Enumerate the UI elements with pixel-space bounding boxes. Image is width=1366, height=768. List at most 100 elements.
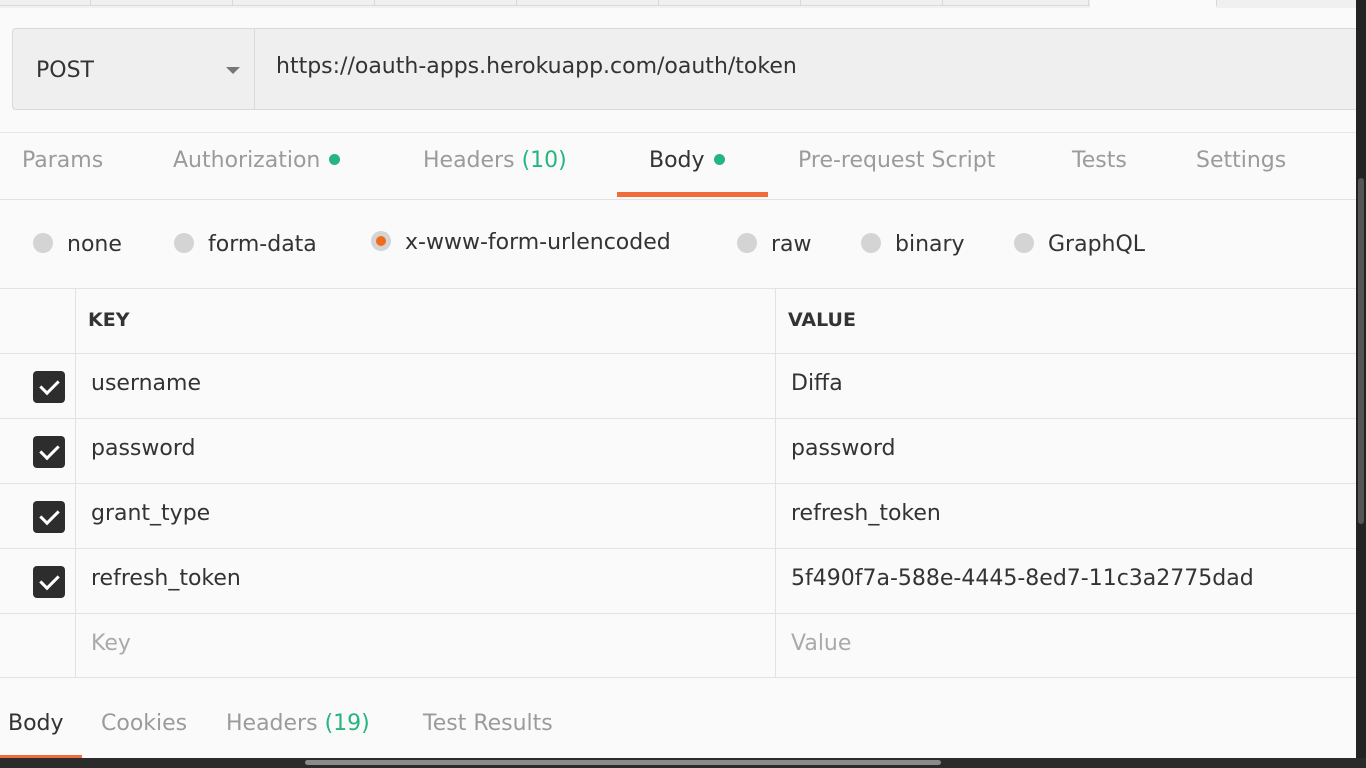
tab-authorization[interactable]: Authorization <box>173 148 341 173</box>
tab-label: Body <box>649 148 705 173</box>
key-text: password <box>91 436 196 461</box>
check-cell <box>0 549 76 613</box>
tab-count: (19) <box>324 711 370 736</box>
header-key-cell: KEY <box>76 289 776 353</box>
new-value-input[interactable]: Value <box>776 614 1356 678</box>
params-table: KEY VALUE username Diffa password passwo… <box>0 288 1356 678</box>
tab-label: Headers <box>423 148 515 173</box>
scrollbar-thumb[interactable] <box>1358 178 1364 524</box>
tab-divider <box>1216 0 1217 6</box>
tab-divider <box>90 0 91 6</box>
value-field[interactable]: password <box>776 419 1356 483</box>
active-request-tab[interactable] <box>1090 0 1216 8</box>
tab-divider <box>1088 0 1089 6</box>
tab-headers[interactable]: Headers (10) <box>423 148 567 173</box>
value-text: Diffa <box>791 371 843 396</box>
response-tab-test-results[interactable]: Test Results <box>423 711 553 736</box>
value-text: 5f490f7a-588e-4445-8ed7-11c3a2775dad <box>791 566 1254 591</box>
tab-pre-request-script[interactable]: Pre-request Script <box>798 148 995 173</box>
url-text: https://oauth-apps.herokuapp.com/oauth/t… <box>276 54 797 79</box>
horizontal-scrollbar[interactable] <box>0 758 1366 768</box>
table-row: username Diffa <box>0 353 1356 418</box>
check-cell <box>0 484 76 548</box>
tab-divider <box>516 0 517 6</box>
key-placeholder: Key <box>91 631 131 656</box>
tab-tests[interactable]: Tests <box>1072 148 1127 173</box>
postman-request-editor: POST https://oauth-apps.herokuapp.com/oa… <box>0 0 1356 758</box>
new-key-input[interactable]: Key <box>76 614 776 678</box>
vertical-scrollbar[interactable] <box>1356 0 1366 768</box>
table-row: refresh_token 5f490f7a-588e-4445-8ed7-11… <box>0 548 1356 613</box>
value-field[interactable]: refresh_token <box>776 484 1356 548</box>
table-row: password password <box>0 418 1356 483</box>
chevron-down-icon <box>226 67 240 74</box>
radio-label: raw <box>771 232 812 257</box>
header-value-cell: VALUE <box>776 289 1356 353</box>
radio-graphql[interactable]: GraphQL <box>1014 232 1145 257</box>
radio-x-www-form-urlencoded[interactable]: x-www-form-urlencoded <box>371 230 671 255</box>
row-checkbox[interactable] <box>33 371 65 403</box>
value-text: refresh_token <box>791 501 941 526</box>
column-header-value: VALUE <box>788 309 856 331</box>
table-row: grant_type refresh_token <box>0 483 1356 548</box>
tab-body[interactable]: Body <box>649 148 725 173</box>
value-field[interactable]: 5f490f7a-588e-4445-8ed7-11c3a2775dad <box>776 549 1356 613</box>
radio-raw[interactable]: raw <box>737 232 812 257</box>
check-cell <box>0 354 76 418</box>
tab-divider <box>942 0 943 6</box>
header-check-cell <box>0 289 76 353</box>
response-tabs: Body Cookies Headers (19) Test Results <box>0 678 1356 758</box>
response-tab-body[interactable]: Body <box>8 711 64 736</box>
active-tab-indicator <box>617 192 768 197</box>
tab-label: Tests <box>1072 148 1127 173</box>
tab-divider <box>374 0 375 6</box>
radio-selected-icon <box>371 231 391 251</box>
column-header-key: KEY <box>88 309 130 331</box>
scrollbar-thumb[interactable] <box>305 760 941 765</box>
radio-label: none <box>67 232 122 257</box>
radio-none[interactable]: none <box>33 232 122 257</box>
method-label: POST <box>36 58 94 83</box>
key-field[interactable]: password <box>76 419 776 483</box>
tab-label: Pre-request Script <box>798 148 996 173</box>
radio-label: x-www-form-urlencoded <box>405 230 671 255</box>
radio-icon <box>33 233 53 253</box>
radio-binary[interactable]: binary <box>861 232 965 257</box>
tab-label: Headers <box>226 711 318 736</box>
radio-icon <box>737 233 757 253</box>
tab-settings[interactable]: Settings <box>1196 148 1286 173</box>
check-cell <box>0 419 76 483</box>
tab-label: Body <box>8 711 64 736</box>
key-field[interactable]: username <box>76 354 776 418</box>
url-input[interactable]: https://oauth-apps.herokuapp.com/oauth/t… <box>254 28 1356 110</box>
method-dropdown[interactable]: POST <box>12 28 254 110</box>
radio-icon <box>861 233 881 253</box>
row-checkbox[interactable] <box>33 501 65 533</box>
radio-form-data[interactable]: form-data <box>174 232 317 257</box>
row-checkbox[interactable] <box>33 566 65 598</box>
tab-divider <box>800 0 801 6</box>
key-field[interactable]: grant_type <box>76 484 776 548</box>
status-dot-icon <box>329 153 341 165</box>
tab-label: Authorization <box>173 148 321 173</box>
request-tabs: Params Authorization Headers (10) Body P… <box>0 132 1356 200</box>
request-tab-strip <box>0 0 1356 8</box>
key-text: refresh_token <box>91 566 241 591</box>
radio-label: GraphQL <box>1048 232 1146 257</box>
tab-label: Cookies <box>101 711 188 736</box>
tab-label: Settings <box>1196 148 1287 173</box>
response-tab-headers[interactable]: Headers (19) <box>226 711 370 736</box>
key-field[interactable]: refresh_token <box>76 549 776 613</box>
row-checkbox[interactable] <box>33 436 65 468</box>
tab-params[interactable]: Params <box>22 148 103 173</box>
body-type-selector: none form-data x-www-form-urlencoded raw… <box>0 200 1356 288</box>
response-tab-cookies[interactable]: Cookies <box>101 711 187 736</box>
tab-strip-border <box>0 5 1090 6</box>
value-placeholder: Value <box>791 631 852 656</box>
radio-icon <box>1014 233 1034 253</box>
tab-count: (10) <box>521 148 567 173</box>
radio-icon <box>174 233 194 253</box>
value-field[interactable]: Diffa <box>776 354 1356 418</box>
value-text: password <box>791 436 896 461</box>
table-header-row: KEY VALUE <box>0 288 1356 353</box>
